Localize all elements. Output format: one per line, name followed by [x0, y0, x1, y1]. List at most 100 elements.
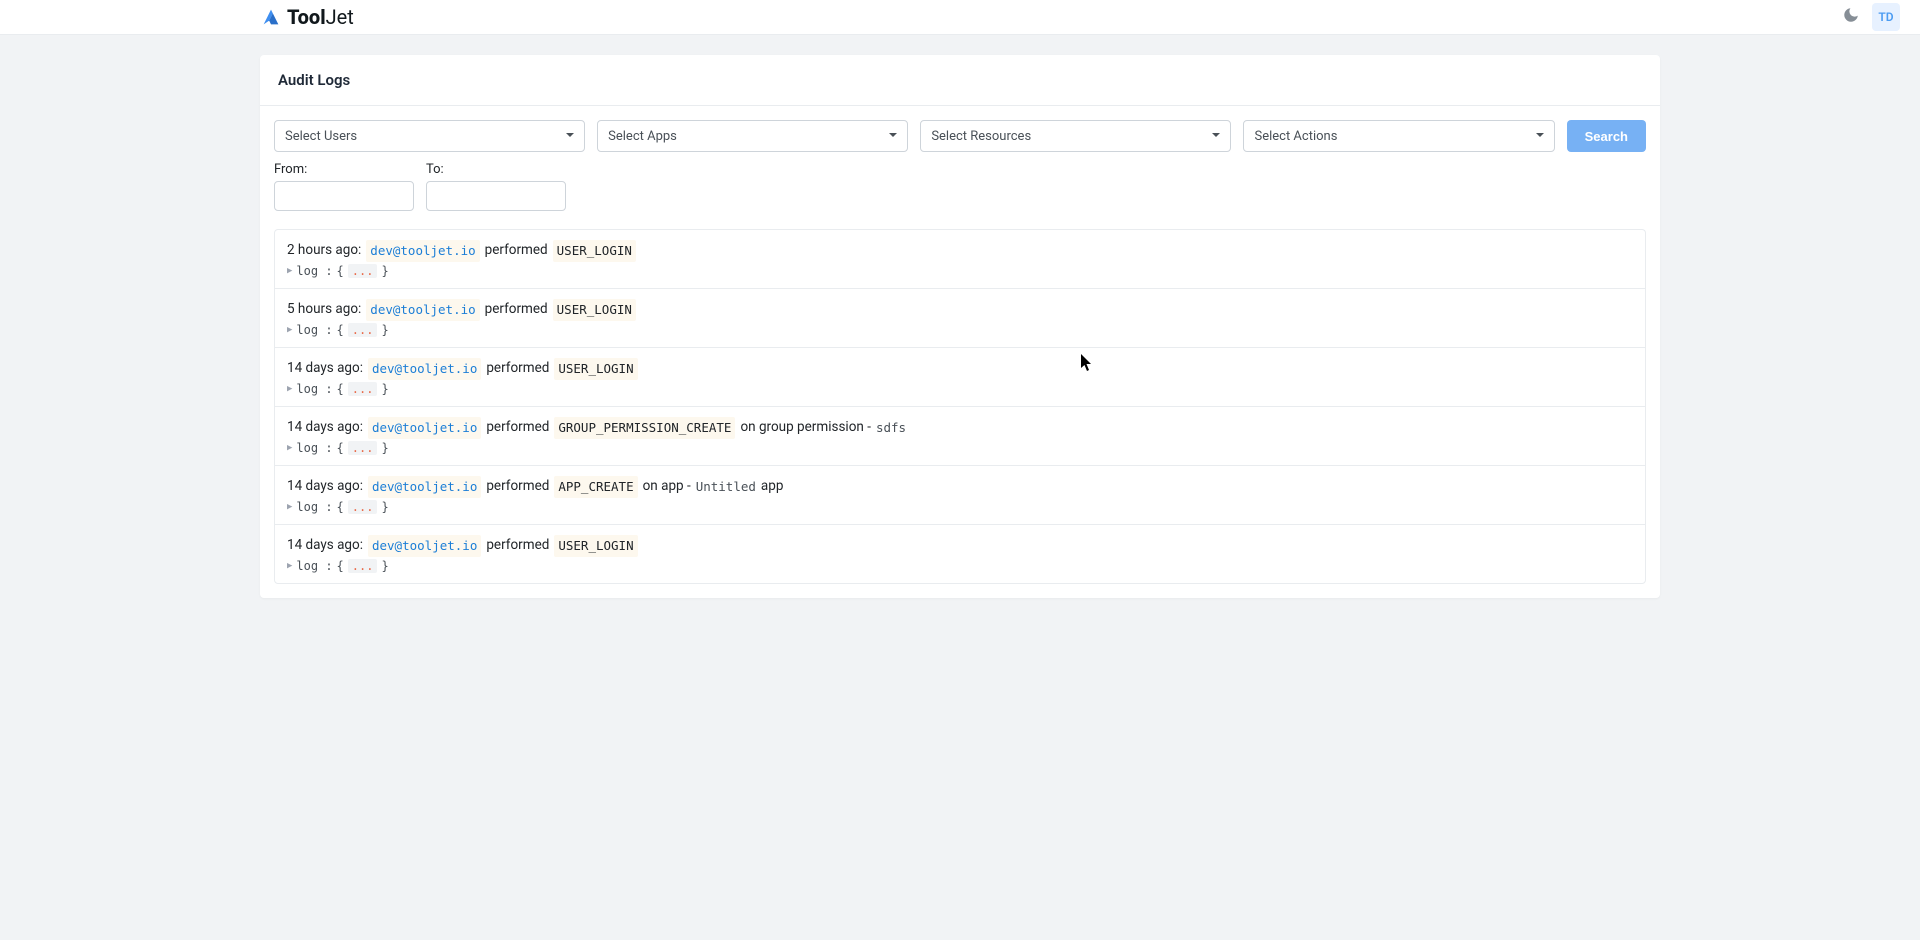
log-time: 14 days ago:: [287, 476, 363, 498]
brace-open: {: [337, 559, 344, 573]
log-target-name: Untitled: [696, 477, 756, 497]
brand-logo-icon: [260, 6, 282, 28]
log-target-suffix: app: [761, 476, 784, 498]
select-apps[interactable]: Select Apps: [597, 120, 908, 152]
brace-open: {: [337, 264, 344, 278]
log-target-prefix: on app -: [643, 476, 691, 498]
ellipsis-icon: ...: [348, 382, 378, 396]
log-detail-toggle[interactable]: ▶ log : {...}: [287, 264, 1633, 278]
log-performed-word: performed: [486, 358, 549, 380]
select-apps-label: Select Apps: [597, 120, 908, 152]
log-performed-word: performed: [485, 240, 548, 262]
log-user: dev@tooljet.io: [368, 535, 481, 557]
log-item[interactable]: 14 days ago:dev@tooljet.ioperformedGROUP…: [274, 406, 1646, 465]
log-detail-label: log :: [296, 500, 332, 514]
log-time: 14 days ago:: [287, 358, 363, 380]
moon-icon: [1842, 6, 1860, 24]
brace-close: }: [381, 382, 388, 396]
log-action: USER_LOGIN: [554, 535, 637, 557]
log-detail-label: log :: [296, 264, 332, 278]
select-actions-label: Select Actions: [1243, 120, 1554, 152]
from-date-input[interactable]: [274, 181, 414, 211]
log-time: 14 days ago:: [287, 417, 363, 439]
search-button[interactable]: Search: [1567, 120, 1646, 152]
log-action: GROUP_PERMISSION_CREATE: [554, 417, 735, 439]
card-header: Audit Logs: [260, 55, 1660, 106]
expand-triangle-icon: ▶: [287, 443, 292, 453]
log-detail-toggle[interactable]: ▶log :{...}: [287, 382, 1633, 396]
expand-triangle-icon: ▶: [287, 325, 292, 335]
log-summary: 14 days ago:dev@tooljet.ioperformedUSER_…: [287, 535, 1633, 557]
log-detail-toggle[interactable]: ▶ log : {...}: [287, 559, 1633, 573]
brace-open: {: [337, 323, 344, 337]
expand-triangle-icon: ▶: [287, 266, 292, 276]
log-user: dev@tooljet.io: [368, 417, 481, 439]
brace-close: }: [381, 323, 388, 337]
filter-row: Select Users Select Apps Select Resource…: [260, 106, 1660, 152]
log-detail-toggle[interactable]: ▶log :{...}: [287, 500, 1633, 514]
log-target-name: sdfs: [876, 418, 906, 438]
log-performed-word: performed: [486, 417, 549, 439]
log-detail-toggle[interactable]: ▶ log : {...}: [287, 441, 1633, 455]
from-date-group: From:: [274, 162, 414, 211]
dark-mode-toggle[interactable]: [1842, 6, 1860, 28]
log-detail-toggle[interactable]: ▶log :{...}: [287, 323, 1633, 337]
log-item[interactable]: 14 days ago:dev@tooljet.ioperformedUSER_…: [274, 524, 1646, 584]
audit-logs-card: Audit Logs Select Users Select Apps Sele…: [260, 55, 1660, 598]
log-time: 2 hours ago:: [287, 240, 361, 262]
log-detail-label: log :: [296, 382, 332, 396]
date-row: From: To:: [260, 152, 1660, 229]
log-item[interactable]: 5 hours ago:dev@tooljet.ioperformedUSER_…: [274, 288, 1646, 347]
brace-close: }: [381, 441, 388, 455]
log-summary: 14 days ago:dev@tooljet.ioperformedGROUP…: [287, 417, 1633, 439]
log-action: APP_CREATE: [554, 476, 637, 498]
log-item[interactable]: 14 days ago:dev@tooljet.ioperformedAPP_C…: [274, 465, 1646, 524]
log-user: dev@tooljet.io: [366, 299, 479, 321]
log-item[interactable]: 2 hours ago:dev@tooljet.io performedUSER_…: [274, 229, 1646, 288]
log-detail-label: log :: [296, 441, 332, 455]
log-user: dev@tooljet.io: [366, 240, 479, 262]
log-user: dev@tooljet.io: [368, 358, 481, 380]
to-date-input[interactable]: [426, 181, 566, 211]
log-detail-label: log :: [296, 323, 332, 337]
brace-close: }: [381, 264, 388, 278]
log-performed-word: performed: [486, 476, 549, 498]
log-list: 2 hours ago:dev@tooljet.ioperformedUSER_…: [260, 229, 1660, 598]
select-users-label: Select Users: [274, 120, 585, 152]
brace-open: {: [337, 500, 344, 514]
log-detail-label: log :: [296, 559, 332, 573]
log-time: 5 hours ago:: [287, 299, 361, 321]
from-label: From:: [274, 162, 414, 177]
main-content: Audit Logs Select Users Select Apps Sele…: [0, 35, 1920, 618]
brace-close: }: [381, 559, 388, 573]
log-summary: 14 days ago:dev@tooljet.ioperformedUSER_…: [287, 358, 1633, 380]
log-item[interactable]: 14 days ago:dev@tooljet.ioperformedUSER_…: [274, 347, 1646, 406]
ellipsis-icon: ...: [348, 500, 378, 514]
ellipsis-icon: ...: [348, 559, 378, 573]
log-user: dev@tooljet.io: [368, 476, 481, 498]
log-action: USER_LOGIN: [553, 240, 636, 262]
log-performed-word: performed: [486, 535, 549, 557]
select-users[interactable]: Select Users: [274, 120, 585, 152]
expand-triangle-icon: ▶: [287, 502, 292, 512]
select-resources-label: Select Resources: [920, 120, 1231, 152]
user-avatar[interactable]: TD: [1872, 3, 1900, 31]
select-resources[interactable]: Select Resources: [920, 120, 1231, 152]
to-label: To:: [426, 162, 566, 177]
log-summary: 5 hours ago:dev@tooljet.ioperformedUSER_…: [287, 299, 1633, 321]
topbar-right: TD: [1842, 3, 1900, 31]
log-time: 14 days ago:: [287, 535, 363, 557]
expand-triangle-icon: ▶: [287, 561, 292, 571]
expand-triangle-icon: ▶: [287, 384, 292, 394]
ellipsis-icon: ...: [348, 441, 378, 455]
topbar: ToolJet TD: [0, 0, 1920, 35]
page-title: Audit Logs: [278, 71, 1642, 89]
select-actions[interactable]: Select Actions: [1243, 120, 1554, 152]
log-performed-word: performed: [485, 299, 548, 321]
brand-name: ToolJet: [287, 5, 354, 29]
brace-open: {: [337, 441, 344, 455]
log-action: USER_LOGIN: [554, 358, 637, 380]
brand-logo[interactable]: ToolJet: [260, 5, 354, 29]
ellipsis-icon: ...: [348, 264, 378, 278]
log-summary: 14 days ago:dev@tooljet.ioperformedAPP_C…: [287, 476, 1633, 498]
